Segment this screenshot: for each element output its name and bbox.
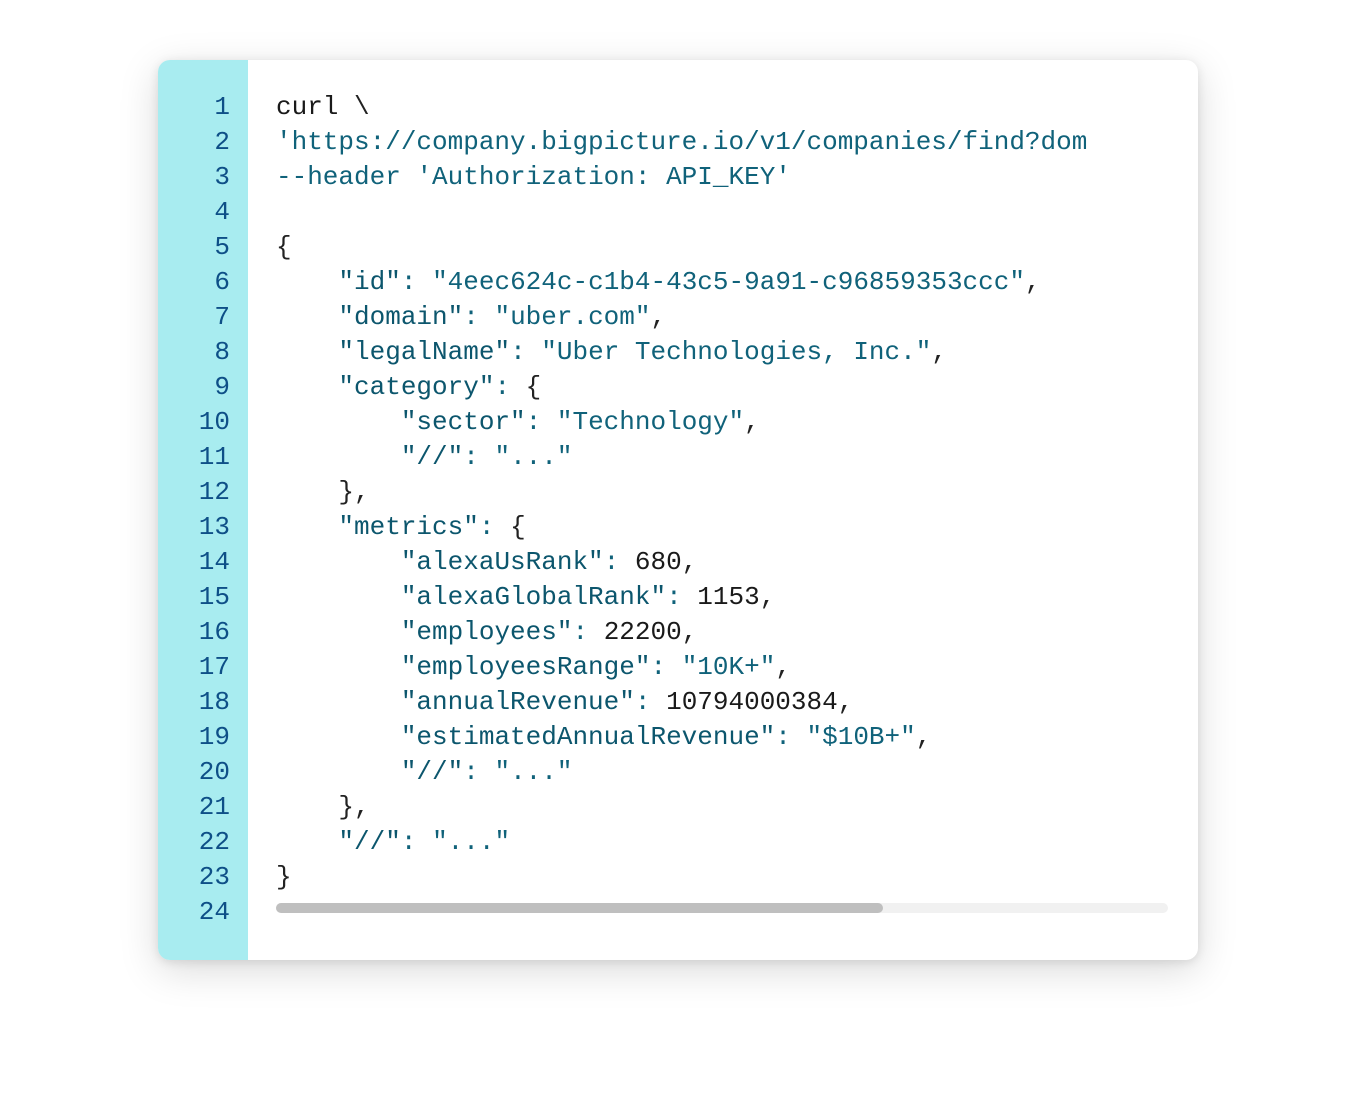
line-number: 21 (158, 790, 230, 825)
token-key: "//" (401, 757, 463, 787)
token-string: "Uber Technologies, Inc." (541, 337, 931, 367)
line-number: 22 (158, 825, 230, 860)
line-number-gutter: 123456789101112131415161718192021222324 (158, 60, 248, 960)
token-colon: : (635, 687, 651, 717)
token-colon: : (494, 372, 510, 402)
line-number: 17 (158, 650, 230, 685)
token-string: "Technology" (557, 407, 744, 437)
token-number: 1153 (697, 582, 759, 612)
token-key: "category" (338, 372, 494, 402)
line-number: 24 (158, 895, 230, 930)
token-brace-close: } (338, 477, 354, 507)
token-comma: , (682, 547, 698, 577)
line-number: 10 (158, 405, 230, 440)
token-comma: , (354, 792, 370, 822)
token-colon: : (604, 547, 620, 577)
line-number: 18 (158, 685, 230, 720)
token-key: "//" (338, 827, 400, 857)
line-number: 12 (158, 475, 230, 510)
token-string: "..." (432, 827, 510, 857)
token-colon: : (666, 582, 682, 612)
token-comma: , (760, 582, 776, 612)
line-number: 14 (158, 545, 230, 580)
code-snippet-card: 123456789101112131415161718192021222324 … (158, 60, 1198, 960)
line-number: 4 (158, 195, 230, 230)
token-brace-open: { (510, 512, 526, 542)
token-key: "legalName" (338, 337, 510, 367)
token-string: "..." (494, 757, 572, 787)
line-number: 15 (158, 580, 230, 615)
token-colon: : (463, 757, 479, 787)
token-comma: , (744, 407, 760, 437)
token-colon: : (510, 337, 526, 367)
token-colon: : (463, 442, 479, 472)
token-key: "id" (338, 267, 400, 297)
horizontal-scrollbar-thumb[interactable] (276, 903, 883, 913)
token-colon: : (401, 267, 417, 297)
token-string: "$10B+" (807, 722, 916, 752)
horizontal-scrollbar-track[interactable] (276, 903, 1168, 913)
token-string: "4eec624c-c1b4-43c5-9a91-c96859353ccc" (432, 267, 1025, 297)
token-option: --header (276, 162, 401, 192)
token-colon: : (572, 617, 588, 647)
token-comma: , (838, 687, 854, 717)
token-colon: : (479, 512, 495, 542)
token-key: "domain" (338, 302, 463, 332)
token-key: "annualRevenue" (401, 687, 635, 717)
line-number: 20 (158, 755, 230, 790)
line-number: 8 (158, 335, 230, 370)
token-string: "10K+" (682, 652, 776, 682)
token-key: "//" (401, 442, 463, 472)
token-brace-open: { (276, 232, 292, 262)
line-number: 5 (158, 230, 230, 265)
token-comma: , (775, 652, 791, 682)
token-comma: , (651, 302, 667, 332)
line-number: 16 (158, 615, 230, 650)
token-key: "alexaUsRank" (401, 547, 604, 577)
token-comma: , (1025, 267, 1041, 297)
token-key: "employees" (401, 617, 573, 647)
line-number: 7 (158, 300, 230, 335)
line-number: 11 (158, 440, 230, 475)
line-number: 19 (158, 720, 230, 755)
line-number: 1 (158, 90, 230, 125)
token-comma: , (682, 617, 698, 647)
token-comma: , (931, 337, 947, 367)
token-cmd: curl (276, 92, 338, 122)
token-backslash: \ (354, 92, 370, 122)
line-number: 9 (158, 370, 230, 405)
line-number: 6 (158, 265, 230, 300)
token-key: "alexaGlobalRank" (401, 582, 666, 612)
token-brace-close: } (276, 862, 292, 892)
token-brace-close: } (338, 792, 354, 822)
token-key: "estimatedAnnualRevenue" (401, 722, 775, 752)
token-comma: , (354, 477, 370, 507)
code-body: 123456789101112131415161718192021222324 … (158, 60, 1198, 960)
line-number: 2 (158, 125, 230, 160)
token-colon: : (401, 827, 417, 857)
code-content: curl \ 'https://company.bigpicture.io/v1… (276, 90, 1178, 895)
token-colon: : (650, 652, 666, 682)
token-number: 10794000384 (666, 687, 838, 717)
token-string: "..." (494, 442, 572, 472)
token-header-arg: 'Authorization: API_KEY' (416, 162, 790, 192)
line-number: 23 (158, 860, 230, 895)
token-url: 'https://company.bigpicture.io/v1/compan… (276, 127, 1087, 157)
token-string: "uber.com" (494, 302, 650, 332)
token-colon: : (463, 302, 479, 332)
token-colon: : (526, 407, 542, 437)
token-key: "sector" (401, 407, 526, 437)
token-key: "employeesRange" (401, 652, 651, 682)
token-number: 680 (635, 547, 682, 577)
line-number: 3 (158, 160, 230, 195)
line-number: 13 (158, 510, 230, 545)
token-colon: : (775, 722, 791, 752)
token-comma: , (916, 722, 932, 752)
token-brace-open: { (526, 372, 542, 402)
code-area[interactable]: curl \ 'https://company.bigpicture.io/v1… (248, 60, 1198, 960)
token-key: "metrics" (338, 512, 478, 542)
token-number: 22200 (604, 617, 682, 647)
